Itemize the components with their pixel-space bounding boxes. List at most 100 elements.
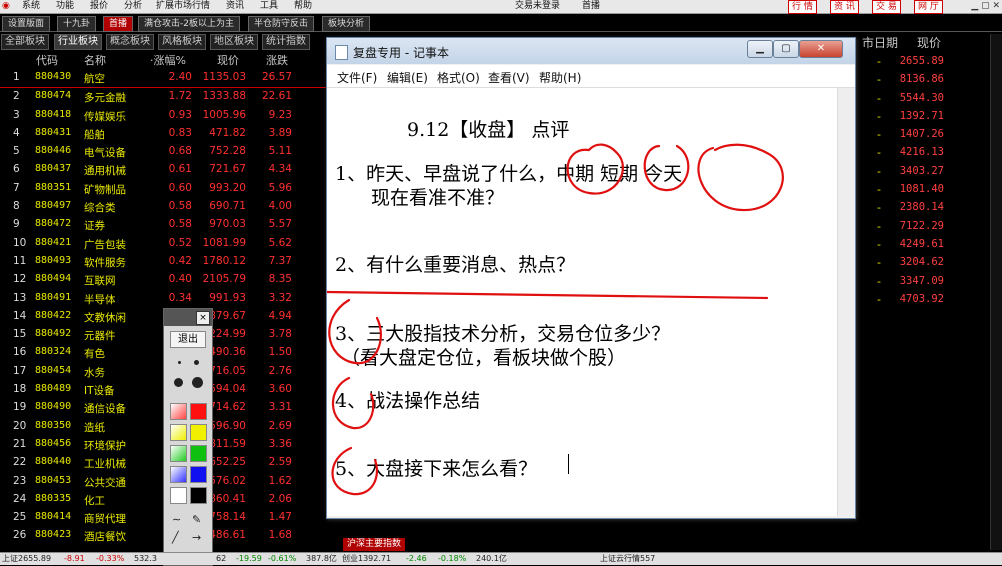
- arrow-tool-icon[interactable]: →: [192, 531, 201, 544]
- hall-button[interactable]: 网 厅: [914, 0, 943, 14]
- table-row[interactable]: 3 880418 传媒娱乐 0.93 1005.96 9.23: [0, 107, 330, 125]
- table-row[interactable]: 7 880351 矿物制品 0.60 993.20 5.96: [0, 180, 330, 198]
- color-yellow[interactable]: [190, 424, 207, 441]
- header-name[interactable]: 名称: [84, 52, 106, 68]
- color-light-yellow[interactable]: [170, 424, 187, 441]
- maximize-button[interactable]: ▢: [773, 40, 799, 58]
- color-light-green[interactable]: [170, 445, 187, 462]
- notepad-window[interactable]: 复盘专用 - 记事本 ▁ ▢ ✕ 文件(F) 编辑(E) 格式(O) 查看(V)…: [326, 37, 856, 519]
- menu-help[interactable]: 帮助: [294, 0, 312, 13]
- notepad-titlebar[interactable]: 复盘专用 - 记事本 ▁ ▢ ✕: [327, 38, 855, 64]
- right-table-row[interactable]: -8136.86: [855, 73, 1002, 91]
- trade-button[interactable]: 交 易: [872, 0, 901, 14]
- color-black[interactable]: [190, 487, 207, 504]
- menu-function[interactable]: 功能: [56, 0, 74, 13]
- close-button[interactable]: ✕: [799, 40, 843, 58]
- tab-region-boards[interactable]: 地区板块: [210, 34, 258, 50]
- menu-format[interactable]: 格式(O): [437, 69, 480, 86]
- header-code[interactable]: 代码: [36, 52, 58, 68]
- menu-quote[interactable]: 报价: [90, 0, 108, 13]
- table-row[interactable]: 5 880446 电气设备 0.68 752.28 5.11: [0, 143, 330, 161]
- pen-size-3[interactable]: [174, 378, 183, 387]
- tab-all-boards[interactable]: 全部板块: [1, 34, 49, 50]
- right-table-row[interactable]: -1407.26: [855, 128, 1002, 146]
- quote-button[interactable]: 行 情: [788, 0, 817, 14]
- pen-size-1[interactable]: [178, 361, 181, 364]
- menu-analysis[interactable]: 分析: [124, 0, 142, 13]
- table-row[interactable]: 13 880491 半导体 0.34 991.93 3.32: [0, 290, 330, 308]
- tab-19-gua[interactable]: 十九卦: [57, 16, 97, 32]
- table-row[interactable]: 6 880437 通用机械 0.61 721.67 4.34: [0, 161, 330, 179]
- table-row[interactable]: 2 880474 多元金融 1.72 1333.88 22.61: [0, 88, 330, 106]
- right-table-row[interactable]: -4703.92: [855, 293, 1002, 311]
- notepad-scrollbar[interactable]: [837, 88, 855, 516]
- tab-sector-analysis[interactable]: 板块分析: [322, 16, 371, 32]
- right-table-row[interactable]: -7122.29: [855, 220, 1002, 238]
- minimize-button[interactable]: ▁: [747, 40, 773, 58]
- right-table-row[interactable]: -3204.62: [855, 256, 1002, 274]
- color-light-blue[interactable]: [170, 466, 187, 483]
- menu-edit[interactable]: 编辑(E): [387, 69, 428, 86]
- menu-system[interactable]: 系统: [22, 0, 40, 13]
- exit-button[interactable]: 退出: [170, 331, 206, 348]
- menu-file[interactable]: 文件(F): [337, 69, 377, 86]
- right-table-row[interactable]: -3403.27: [855, 165, 1002, 183]
- header-right-price[interactable]: 现价: [917, 34, 941, 51]
- toolbox-close-icon[interactable]: ×: [196, 311, 210, 325]
- right-table-row[interactable]: -5544.30: [855, 92, 1002, 110]
- header-listing-date[interactable]: 市日期: [862, 34, 898, 51]
- right-toolbar[interactable]: [990, 34, 1002, 550]
- drawing-toolbox[interactable]: × 退出 ∼ ✎ ╱ → ▭ ▬: [163, 308, 213, 566]
- menu-np-help[interactable]: 帮助(H): [539, 69, 581, 86]
- table-row[interactable]: 1 880430 航空 2.40 1135.03 26.57: [0, 69, 330, 89]
- menu-extended-market[interactable]: 扩展市场行情: [156, 0, 210, 13]
- right-table-row[interactable]: -3347.09: [855, 275, 1002, 293]
- news-button[interactable]: 资 讯: [830, 0, 859, 14]
- color-white[interactable]: [170, 487, 187, 504]
- row-change: 1.47: [268, 511, 292, 524]
- color-light-red[interactable]: [170, 403, 187, 420]
- right-table-row[interactable]: -2380.14: [855, 201, 1002, 219]
- right-table-row[interactable]: -2655.89: [855, 55, 1002, 73]
- line-tool-icon[interactable]: ╱: [172, 531, 179, 544]
- tab-concept-boards[interactable]: 概念板块: [106, 34, 154, 50]
- color-red[interactable]: [190, 403, 207, 420]
- right-table-row[interactable]: -4216.13: [855, 146, 1002, 164]
- notepad-text-area[interactable]: 9.12【收盘】 点评 1、昨天、早盘说了什么，中期 短期 今天 现在看准不准？…: [327, 88, 837, 516]
- table-row[interactable]: 11 880493 软件服务 0.42 1780.12 7.37: [0, 253, 330, 271]
- tab-layout-settings[interactable]: 设置版面: [2, 16, 51, 32]
- menu-view[interactable]: 查看(V): [488, 69, 530, 86]
- right-table: -2655.89-8136.86-5544.30-1392.71-1407.26…: [855, 55, 1002, 311]
- right-table-row[interactable]: -4249.61: [855, 238, 1002, 256]
- color-green[interactable]: [190, 445, 207, 462]
- menu-news[interactable]: 资讯: [226, 0, 244, 13]
- toolbox-header[interactable]: ×: [164, 309, 212, 326]
- table-row[interactable]: 12 880494 互联网 0.40 2105.79 8.35: [0, 271, 330, 289]
- hs-main-index-button[interactable]: 沪深主要指数: [343, 538, 406, 551]
- freehand-tool-icon[interactable]: ∼: [172, 513, 181, 526]
- right-table-row[interactable]: -1081.40: [855, 183, 1002, 201]
- cy-volume: 240.1亿: [476, 554, 507, 563]
- header-price[interactable]: 现价: [217, 52, 239, 68]
- tab-style-boards[interactable]: 风格板块: [158, 34, 206, 50]
- window-controls-icon[interactable]: ▁ ▢ ✕: [971, 1, 1000, 11]
- tab-stat-index[interactable]: 统计指数: [262, 34, 310, 50]
- header-change[interactable]: 涨跌: [266, 52, 288, 68]
- color-blue[interactable]: [190, 466, 207, 483]
- pen-size-2[interactable]: [194, 360, 199, 365]
- table-row[interactable]: 10 880421 广告包装 0.52 1081.99 5.62: [0, 235, 330, 253]
- row-code: 880493: [35, 254, 72, 266]
- row-name: 环境保护: [84, 439, 126, 452]
- menu-tools[interactable]: 工具: [260, 0, 278, 13]
- tab-broadcast[interactable]: 首播: [103, 16, 134, 32]
- table-row[interactable]: 8 880497 综合类 0.58 690.71 4.00: [0, 198, 330, 216]
- right-table-row[interactable]: -1392.71: [855, 110, 1002, 128]
- pen-size-4[interactable]: [192, 377, 203, 388]
- table-row[interactable]: 9 880472 证券 0.58 970.03 5.57: [0, 216, 330, 234]
- table-row[interactable]: 4 880431 船舶 0.83 471.82 3.89: [0, 125, 330, 143]
- tab-full-attack[interactable]: 满仓攻击-2板以上为主: [138, 16, 240, 32]
- tab-industry-boards[interactable]: 行业板块: [54, 34, 102, 50]
- pen-tool-icon[interactable]: ✎: [192, 513, 201, 526]
- tab-half-defend[interactable]: 半仓防守反击: [248, 16, 315, 32]
- header-change-pct[interactable]: ·涨幅%: [150, 52, 186, 68]
